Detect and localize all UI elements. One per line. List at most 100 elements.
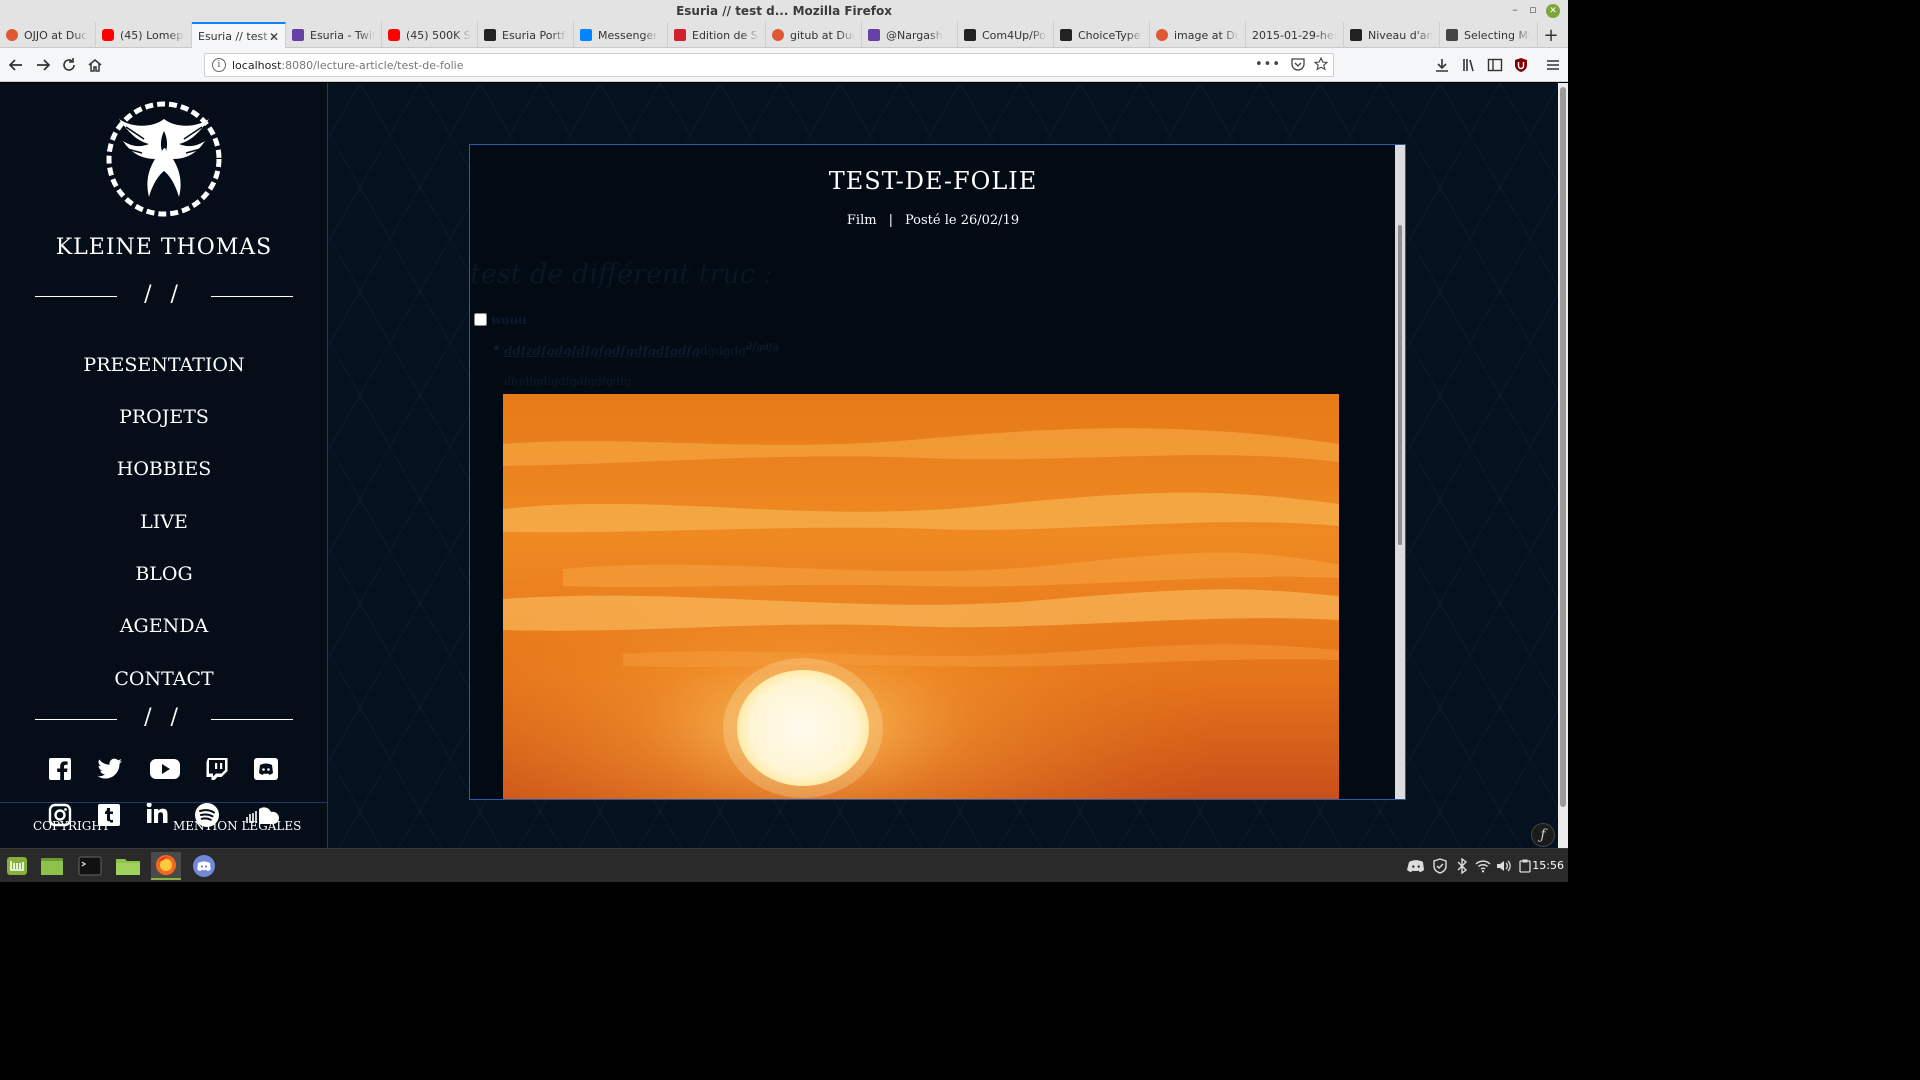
article-scroll-thumb[interactable] xyxy=(1398,225,1402,545)
restore-button[interactable]: ▫ xyxy=(1526,3,1540,16)
divider-slashes: / / xyxy=(144,705,184,730)
article-date: Posté le 26/02/19 xyxy=(904,213,1020,228)
twitter-link[interactable] xyxy=(97,756,123,782)
tab-3[interactable]: Esuria // test d ✕ xyxy=(192,22,286,49)
close-window-button[interactable]: ✕ xyxy=(1546,4,1560,18)
tab-6[interactable]: Esuria Portfol xyxy=(478,22,574,48)
system-taskbar: 15:56 xyxy=(0,848,1568,882)
page-scrollbar[interactable] xyxy=(1558,83,1568,848)
divider-line-right xyxy=(211,296,293,297)
legal-mentions-link[interactable]: MENTION LEGALES xyxy=(173,819,301,833)
window-titlebar[interactable]: Esuria // test d... Mozilla Firefox – ▫ … xyxy=(0,0,1568,22)
nav-item-blog[interactable]: BLOG xyxy=(0,563,328,585)
shield-tray-icon[interactable] xyxy=(1431,857,1449,875)
tab-2[interactable]: (45) Lomepal xyxy=(96,22,192,48)
nav-item-live[interactable]: LIVE xyxy=(0,511,328,533)
menu-button[interactable] xyxy=(1544,56,1562,74)
sunset-image xyxy=(503,394,1339,799)
bluetooth-tray-icon[interactable] xyxy=(1454,857,1470,875)
discord-taskbar-button[interactable] xyxy=(189,852,219,880)
youtube-icon xyxy=(102,29,114,41)
tab-7[interactable]: Messenger xyxy=(574,22,668,48)
tab-4[interactable]: Esuria - Twitc xyxy=(286,22,382,48)
close-tab-icon[interactable]: ✕ xyxy=(269,30,279,44)
url-text[interactable]: localhost:8080/lecture-article/test-de-f… xyxy=(232,59,463,72)
github-icon xyxy=(964,29,976,41)
symfony-icon xyxy=(1060,29,1072,41)
tab-12[interactable]: ChoiceType F xyxy=(1054,22,1150,48)
sidebar-footer: COPYRIGHT MENTION LEGALES xyxy=(0,802,328,848)
library-button[interactable] xyxy=(1460,56,1478,74)
tab-15[interactable]: Niveau d'ang xyxy=(1344,22,1440,48)
reload-icon xyxy=(63,58,75,71)
tab-label: 2015-01-29-here xyxy=(1252,28,1337,42)
shield-icon xyxy=(1433,858,1447,874)
discord-link[interactable] xyxy=(253,756,279,782)
tab-13[interactable]: image at Duc xyxy=(1150,22,1246,48)
twitch-icon xyxy=(292,29,304,41)
navigation-toolbar: i localhost:8080/lecture-article/test-de… xyxy=(0,48,1568,82)
youtube-link[interactable] xyxy=(150,756,180,782)
bookmark-star-button[interactable] xyxy=(1313,56,1329,75)
list-item-subtext: dfgdfgdfgdfgdfgdfgdfg xyxy=(504,375,632,388)
tab-11[interactable]: Com4Up/Por xyxy=(958,22,1054,48)
tab-16[interactable]: Selecting My xyxy=(1440,22,1538,48)
nav-item-projets[interactable]: PROJETS xyxy=(0,406,328,428)
divider-line-right xyxy=(211,719,293,720)
firefox-taskbar-button[interactable] xyxy=(151,852,181,880)
page-scroll-thumb[interactable] xyxy=(1560,87,1566,807)
files-launcher[interactable] xyxy=(37,852,67,880)
sidebar-toggle-button[interactable] xyxy=(1486,56,1504,74)
tab-14[interactable]: 2015-01-29-here xyxy=(1246,22,1344,48)
bluetooth-icon xyxy=(1457,858,1467,874)
youtube-icon xyxy=(388,29,400,41)
site-info-icon[interactable]: i xyxy=(212,58,226,72)
tab-10[interactable]: @Nargash xyxy=(862,22,958,48)
clipboard-tray-icon[interactable] xyxy=(1517,857,1533,875)
nav-item-presentation[interactable]: PRESENTATION xyxy=(0,354,328,376)
url-bar[interactable]: i localhost:8080/lecture-article/test-de… xyxy=(204,53,1334,77)
back-button[interactable] xyxy=(7,56,25,74)
copyright-link[interactable]: COPYRIGHT xyxy=(33,819,110,833)
minimize-button[interactable]: – xyxy=(1508,3,1522,16)
task-checkbox[interactable] xyxy=(474,313,487,326)
mint-menu-button[interactable] xyxy=(2,852,32,880)
ef-icon xyxy=(1350,29,1362,41)
pocket-button[interactable] xyxy=(1291,57,1305,75)
reload-button[interactable] xyxy=(60,56,78,74)
nav-item-hobbies[interactable]: HOBBIES xyxy=(0,458,328,480)
downloads-button[interactable] xyxy=(1433,56,1451,74)
tab-8[interactable]: Edition de Sa xyxy=(668,22,766,48)
terminal-launcher[interactable] xyxy=(75,852,105,880)
new-tab-button[interactable]: + xyxy=(1538,22,1564,48)
files-icon xyxy=(41,858,63,875)
tab-bar: OJJO at DuckD (45) Lomepal Esuria // test … xyxy=(0,22,1568,49)
tab-label: ChoiceType F xyxy=(1078,28,1143,42)
tab-1[interactable]: OJJO at DuckD xyxy=(0,22,96,48)
home-icon xyxy=(88,59,102,72)
nav-item-contact[interactable]: CONTACT xyxy=(0,668,328,690)
sidebar: KLEINE THOMAS / / PRESENTATION PROJETS H… xyxy=(0,83,328,848)
wifi-tray-icon[interactable] xyxy=(1474,857,1492,875)
tab-label: Selecting My xyxy=(1464,28,1531,42)
page-actions-icon[interactable]: ••• xyxy=(1255,57,1281,72)
tab-label: (45) 500K Sul xyxy=(406,28,471,42)
twitch-link[interactable] xyxy=(204,756,230,782)
facebook-link[interactable] xyxy=(47,756,73,782)
list-bullet xyxy=(494,345,499,350)
tab-5[interactable]: (45) 500K Sul xyxy=(382,22,478,48)
tab-9[interactable]: gitub at Duck xyxy=(766,22,862,48)
volume-tray-icon[interactable] xyxy=(1495,857,1513,875)
ublock-button[interactable] xyxy=(1512,56,1530,74)
tab-label: Messenger xyxy=(598,28,658,42)
discord-tray-icon[interactable] xyxy=(1406,857,1426,875)
clock[interactable]: 15:56 xyxy=(1532,859,1564,872)
list-item-text: ddfzdfgdgfdfgfgdfgdfgdfgdfgdgdgdgdfgdfg xyxy=(504,343,779,358)
article-scrollbar[interactable] xyxy=(1395,145,1405,799)
symfony-toolbar-toggle[interactable]: ƒ xyxy=(1531,823,1555,847)
forward-button[interactable] xyxy=(34,56,52,74)
mint-menu-icon xyxy=(7,857,27,875)
nav-item-agenda[interactable]: AGENDA xyxy=(0,615,328,637)
home-button[interactable] xyxy=(86,56,104,74)
folder-launcher[interactable] xyxy=(113,852,143,880)
